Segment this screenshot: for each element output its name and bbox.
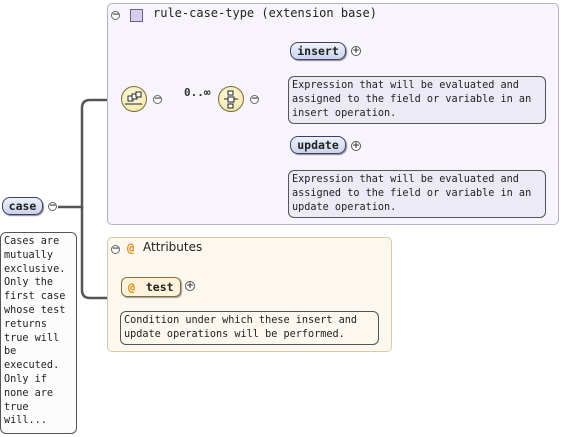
doc-line: none are (4, 387, 54, 399)
doc-line: update operations will be performed. (124, 328, 345, 340)
cardinality-label: 0..∞ (184, 86, 211, 99)
doc-line: Only the (4, 277, 54, 289)
root-doc: Cases are mutually exclusive. Only the first… (0, 232, 77, 434)
sequence-compositor-icon (121, 86, 147, 112)
attribute-doc: Condition under which these insert and up… (120, 311, 379, 345)
element-insert[interactable]: insert (290, 42, 346, 60)
doc-line: Expression that will be evaluated and (292, 80, 519, 91)
doc-line: will... (4, 415, 47, 427)
attribute-test-label: test (145, 280, 174, 294)
update-doc: Expression that will be evaluated and ass… (288, 170, 546, 218)
attribute-marker-icon: @ (127, 241, 135, 255)
type-panel-title: rule-case-type (extension base) (153, 6, 377, 20)
complex-type-icon (130, 9, 143, 22)
sequence-collapse-icon[interactable]: − (153, 95, 162, 104)
root-element-case[interactable]: case (2, 197, 43, 215)
insert-expand-icon[interactable]: + (351, 46, 361, 56)
element-update[interactable]: update (290, 136, 346, 154)
doc-line: whose test (4, 304, 66, 316)
doc-line: true (4, 401, 29, 413)
doc-line: Cases are (4, 236, 60, 247)
attribute-expand-icon[interactable]: + (185, 281, 195, 291)
choice-compositor-icon (218, 86, 244, 112)
doc-line: returns (4, 318, 47, 330)
root-collapse-icon[interactable]: − (48, 202, 57, 211)
doc-line: be (4, 346, 17, 358)
doc-line: assigned to the field or variable in an (292, 93, 532, 105)
attribute-test[interactable]: @ test (121, 277, 181, 297)
doc-line: Condition under which these insert and (124, 315, 358, 326)
doc-line: mutually (4, 249, 54, 261)
type-panel-collapse-icon[interactable]: − (111, 11, 120, 20)
choice-collapse-icon[interactable]: − (250, 95, 259, 104)
attributes-collapse-icon[interactable]: − (111, 245, 120, 254)
insert-doc: Expression that will be evaluated and ass… (288, 76, 546, 124)
attribute-at-icon: @ (128, 280, 135, 294)
doc-line: Only if (4, 373, 47, 385)
doc-line: Expression that will be evaluated and (292, 174, 519, 185)
doc-line: assigned to the field or variable in an (292, 187, 532, 199)
doc-line: update operation. (292, 201, 397, 213)
doc-line: first case (4, 291, 66, 303)
doc-line: executed. (4, 360, 60, 372)
update-expand-icon[interactable]: + (351, 141, 361, 151)
doc-line: exclusive. (4, 263, 66, 275)
doc-line: insert operation. (292, 107, 397, 119)
doc-line: true will (4, 332, 60, 344)
attributes-title: Attributes (143, 240, 203, 254)
